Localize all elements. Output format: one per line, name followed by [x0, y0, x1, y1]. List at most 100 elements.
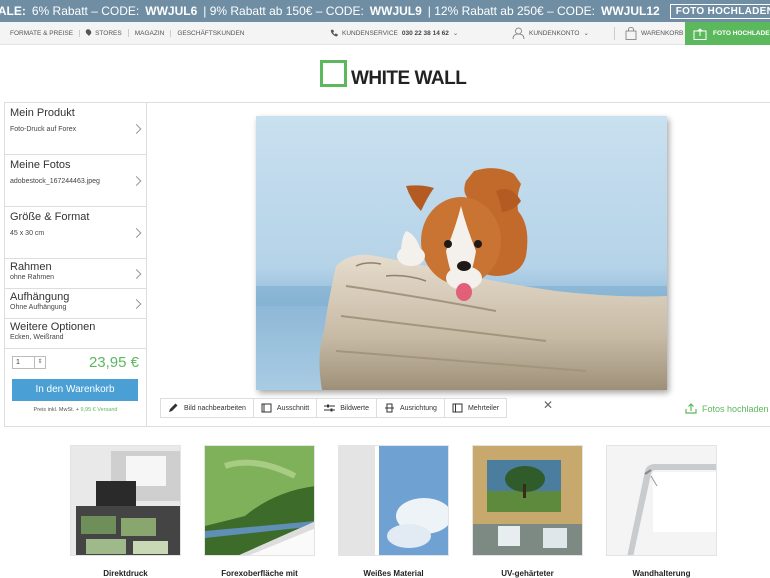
location-pin-icon: [84, 28, 93, 36]
cart-label: WARENKORB: [641, 29, 684, 37]
orientation-icon: [384, 403, 394, 413]
feature-caption: Wandhalterung: [632, 569, 691, 578]
logo-text: WHITE WALL: [351, 68, 467, 89]
sale-text-1: 6% Rabatt – CODE:: [31, 4, 140, 18]
feature-thumbnail: [70, 445, 181, 556]
feature-caption: Weißes Material: [363, 569, 424, 578]
config-item-frame[interactable]: Rahmen ohne Rahmen: [5, 259, 146, 289]
feature-thumbnail: [472, 445, 583, 556]
image-values-label: Bildwerte: [340, 404, 369, 412]
sale-code-1: WWJUL6: [145, 4, 198, 18]
feature-caption: UV-gehärteter: [501, 569, 554, 578]
config-item-options[interactable]: Weitere Optionen Ecken, Weißrand: [5, 319, 146, 349]
account-dropdown[interactable]: KUNDENKONTO ⌄: [512, 27, 589, 39]
sale-text-2: | 9% Rabatt ab 150€ – CODE:: [203, 4, 364, 18]
logo-square-icon: [320, 60, 347, 87]
dog-photo: [256, 116, 667, 390]
image-values-button[interactable]: Bildwerte: [317, 399, 377, 417]
config-item-title: Mein Produkt: [10, 107, 75, 119]
sliders-icon: [324, 404, 336, 412]
config-item-title: Meine Fotos: [10, 159, 71, 171]
nav-stores-link[interactable]: STORES: [80, 28, 129, 37]
config-item-title: Aufhängung: [10, 291, 70, 303]
feature-uv-coating[interactable]: UV-gehärteter: [472, 445, 583, 578]
multipart-button[interactable]: Mehrteiler: [445, 399, 506, 417]
phone-icon: [330, 29, 338, 37]
multipart-label: Mehrteiler: [467, 404, 500, 412]
customer-service-dropdown[interactable]: KUNDENSERVICE 030 22 38 14 62 ⌄: [330, 29, 458, 37]
photo-preview[interactable]: [256, 116, 667, 390]
upload-icon: [685, 403, 697, 414]
top-nav: FORMATE & PREISE STORES MAGAZIN GESCHÄFT…: [0, 22, 770, 45]
vat-shipping-note: Preis inkl. MwSt. + 9,95 € Versand: [12, 407, 139, 413]
config-item-value: Ecken, Weißrand: [10, 334, 64, 341]
product-config-panel: Mein Produkt Foto-Druck auf Forex Meine …: [4, 102, 147, 427]
crop-button[interactable]: Ausschnitt: [254, 399, 318, 417]
upload-photos-link[interactable]: Fotos hochladen: [685, 403, 769, 414]
quantity-value: 1: [16, 359, 20, 366]
pencil-icon: [169, 403, 178, 412]
image-toolbar: Bild nachbearbeiten Ausschnitt Bildwerte…: [160, 398, 508, 418]
sale-text-3: | 12% Rabatt ab 250€ – CODE:: [427, 4, 596, 18]
nav-upload-button[interactable]: FOTO HOCHLADE: [685, 22, 770, 45]
crop-icon: [261, 403, 272, 413]
price: 23,95 €: [88, 354, 139, 371]
nav-formats-link[interactable]: FORMATE & PREISE: [10, 29, 81, 37]
feature-thumbnail: [338, 445, 449, 556]
cart-link[interactable]: WARENKORB: [614, 26, 684, 40]
feature-direct-print[interactable]: Direktdruck: [70, 445, 181, 578]
config-item-value: Ohne Aufhängung: [10, 304, 67, 311]
config-item-value: 45 x 30 cm: [10, 230, 45, 237]
config-item-title: Weitere Optionen: [10, 321, 96, 333]
close-toolbar-icon[interactable]: ✕: [543, 398, 553, 412]
sale-code-2: WWJUL9: [369, 4, 422, 18]
printer-photo: [71, 446, 180, 555]
forex-edge-photo: [205, 446, 314, 555]
whitewall-logo[interactable]: WHITE WALL: [320, 60, 467, 89]
config-item-hanging[interactable]: Aufhängung Ohne Aufhängung: [5, 289, 146, 319]
config-item-title: Größe & Format: [10, 211, 90, 223]
feature-thumbnail: [606, 445, 717, 556]
white-material-photo: [339, 446, 448, 555]
service-phone: 030 22 38 14 62: [401, 29, 449, 37]
account-label: KUNDENKONTO: [529, 29, 580, 37]
chevron-down-icon: ⌄: [583, 30, 589, 37]
upload-photo-icon: [693, 27, 707, 40]
upload-photos-label: Fotos hochladen: [702, 403, 769, 414]
sale-banner: SALE: 6% Rabatt – CODE: WWJUL6 | 9% Raba…: [0, 0, 770, 22]
feature-caption: Direktdruck: [103, 569, 148, 578]
banner-upload-button[interactable]: FOTO HOCHLADEN: [669, 3, 770, 19]
stepper-arrows-icon[interactable]: ⇕: [34, 357, 45, 368]
feature-thumbnail: [204, 445, 315, 556]
feature-caption: Forexoberfläche mit: [221, 569, 298, 578]
edit-image-label: Bild nachbearbeiten: [184, 404, 246, 412]
feature-wall-mount[interactable]: Wandhalterung: [606, 445, 717, 578]
service-label: KUNDENSERVICE: [342, 29, 398, 37]
vat-text: Preis inkl. MwSt. +: [33, 407, 79, 413]
edit-image-button[interactable]: Bild nachbearbeiten: [161, 399, 254, 417]
add-to-cart-button[interactable]: In den Warenkorb: [12, 379, 138, 401]
orientation-label: Ausrichtung: [399, 404, 437, 412]
shipping-link[interactable]: 9,95 € Versand: [80, 407, 117, 413]
multipart-icon: [452, 403, 463, 413]
config-item-value: ohne Rahmen: [10, 274, 54, 281]
nav-magazine-link[interactable]: MAGAZIN: [129, 29, 172, 37]
sale-label: SALE:: [0, 4, 26, 18]
config-item-title: Rahmen: [10, 261, 52, 273]
buy-box: 1 ⇕ 23,95 € In den Warenkorb Preis inkl.…: [5, 349, 146, 418]
user-icon: [512, 27, 525, 39]
config-item-value: adobestock_167244463.jpeg: [10, 178, 100, 185]
sale-code-3: WWJUL12: [601, 4, 660, 18]
config-item-product[interactable]: Mein Produkt Foto-Druck auf Forex: [5, 103, 146, 155]
nav-business-link[interactable]: GESCHÄFTSKUNDEN: [171, 30, 250, 37]
config-item-size[interactable]: Größe & Format 45 x 30 cm: [5, 207, 146, 259]
config-item-photos[interactable]: Meine Fotos adobestock_167244463.jpeg: [5, 155, 146, 207]
orientation-button[interactable]: Ausrichtung: [377, 399, 445, 417]
feature-white-material[interactable]: Weißes Material: [338, 445, 449, 578]
upload-label: FOTO HOCHLADE: [713, 30, 770, 37]
shopping-bag-icon: [625, 26, 637, 40]
config-item-value: Foto-Druck auf Forex: [10, 126, 77, 133]
feature-forex-surface[interactable]: Forexoberfläche mit: [204, 445, 315, 578]
quantity-stepper[interactable]: 1 ⇕: [12, 356, 46, 369]
crop-label: Ausschnitt: [276, 404, 310, 412]
